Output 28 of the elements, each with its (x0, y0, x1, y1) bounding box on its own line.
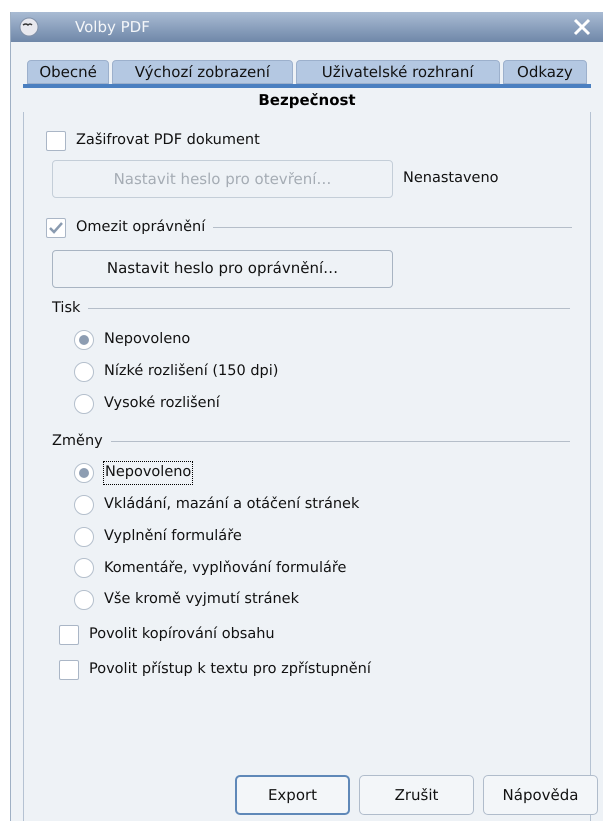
group-label: Tisk (52, 298, 80, 318)
status-text: Nenastaveno (403, 168, 499, 188)
tab[interactable]: Uživatelské rozhraní (296, 60, 500, 84)
radio-button[interactable]: Vkládání, mazání a otáčení stránek (74, 494, 360, 516)
radio-button[interactable]: Vysoké rozlišení (74, 392, 220, 414)
app-icon (19, 17, 39, 37)
tab[interactable]: Obecné (27, 60, 110, 84)
radio-button[interactable]: Nízké rozlišení (150 dpi) (74, 361, 278, 383)
radio-button[interactable]: Vyplnění formuláře (74, 526, 242, 548)
button[interactable]: Nastavit heslo pro oprávnění… (52, 250, 393, 288)
checkbox[interactable]: Povolit kopírování obsahu (59, 624, 275, 646)
radio-button[interactable]: Nepovoleno (74, 329, 190, 351)
button[interactable]: Export (235, 775, 350, 815)
button[interactable]: Nápověda (483, 775, 598, 815)
checkmark-icon (49, 222, 63, 234)
tab[interactable]: Výchozí zobrazení (112, 60, 292, 84)
radio-button[interactable]: Vše kromě vyjmutí stránek (74, 589, 299, 611)
button[interactable]: Zrušit (359, 775, 474, 815)
tab[interactable]: Odkazy (502, 60, 587, 84)
window-title: Volby PDF (75, 16, 150, 38)
radio-button[interactable]: Komentáře, vyplňování formuláře (74, 558, 346, 580)
checkbox[interactable]: Zašifrovat PDF dokument (46, 130, 570, 152)
radio-button[interactable]: Nepovoleno (74, 462, 192, 484)
group-label: Změny (52, 432, 103, 450)
checkbox[interactable]: Omezit oprávnění (46, 216, 206, 238)
button: Nastavit heslo pro otevření… (52, 160, 393, 198)
close-icon[interactable] (573, 18, 591, 36)
checkbox[interactable]: Povolit přístup k textu pro zpřístupnění (59, 658, 371, 680)
